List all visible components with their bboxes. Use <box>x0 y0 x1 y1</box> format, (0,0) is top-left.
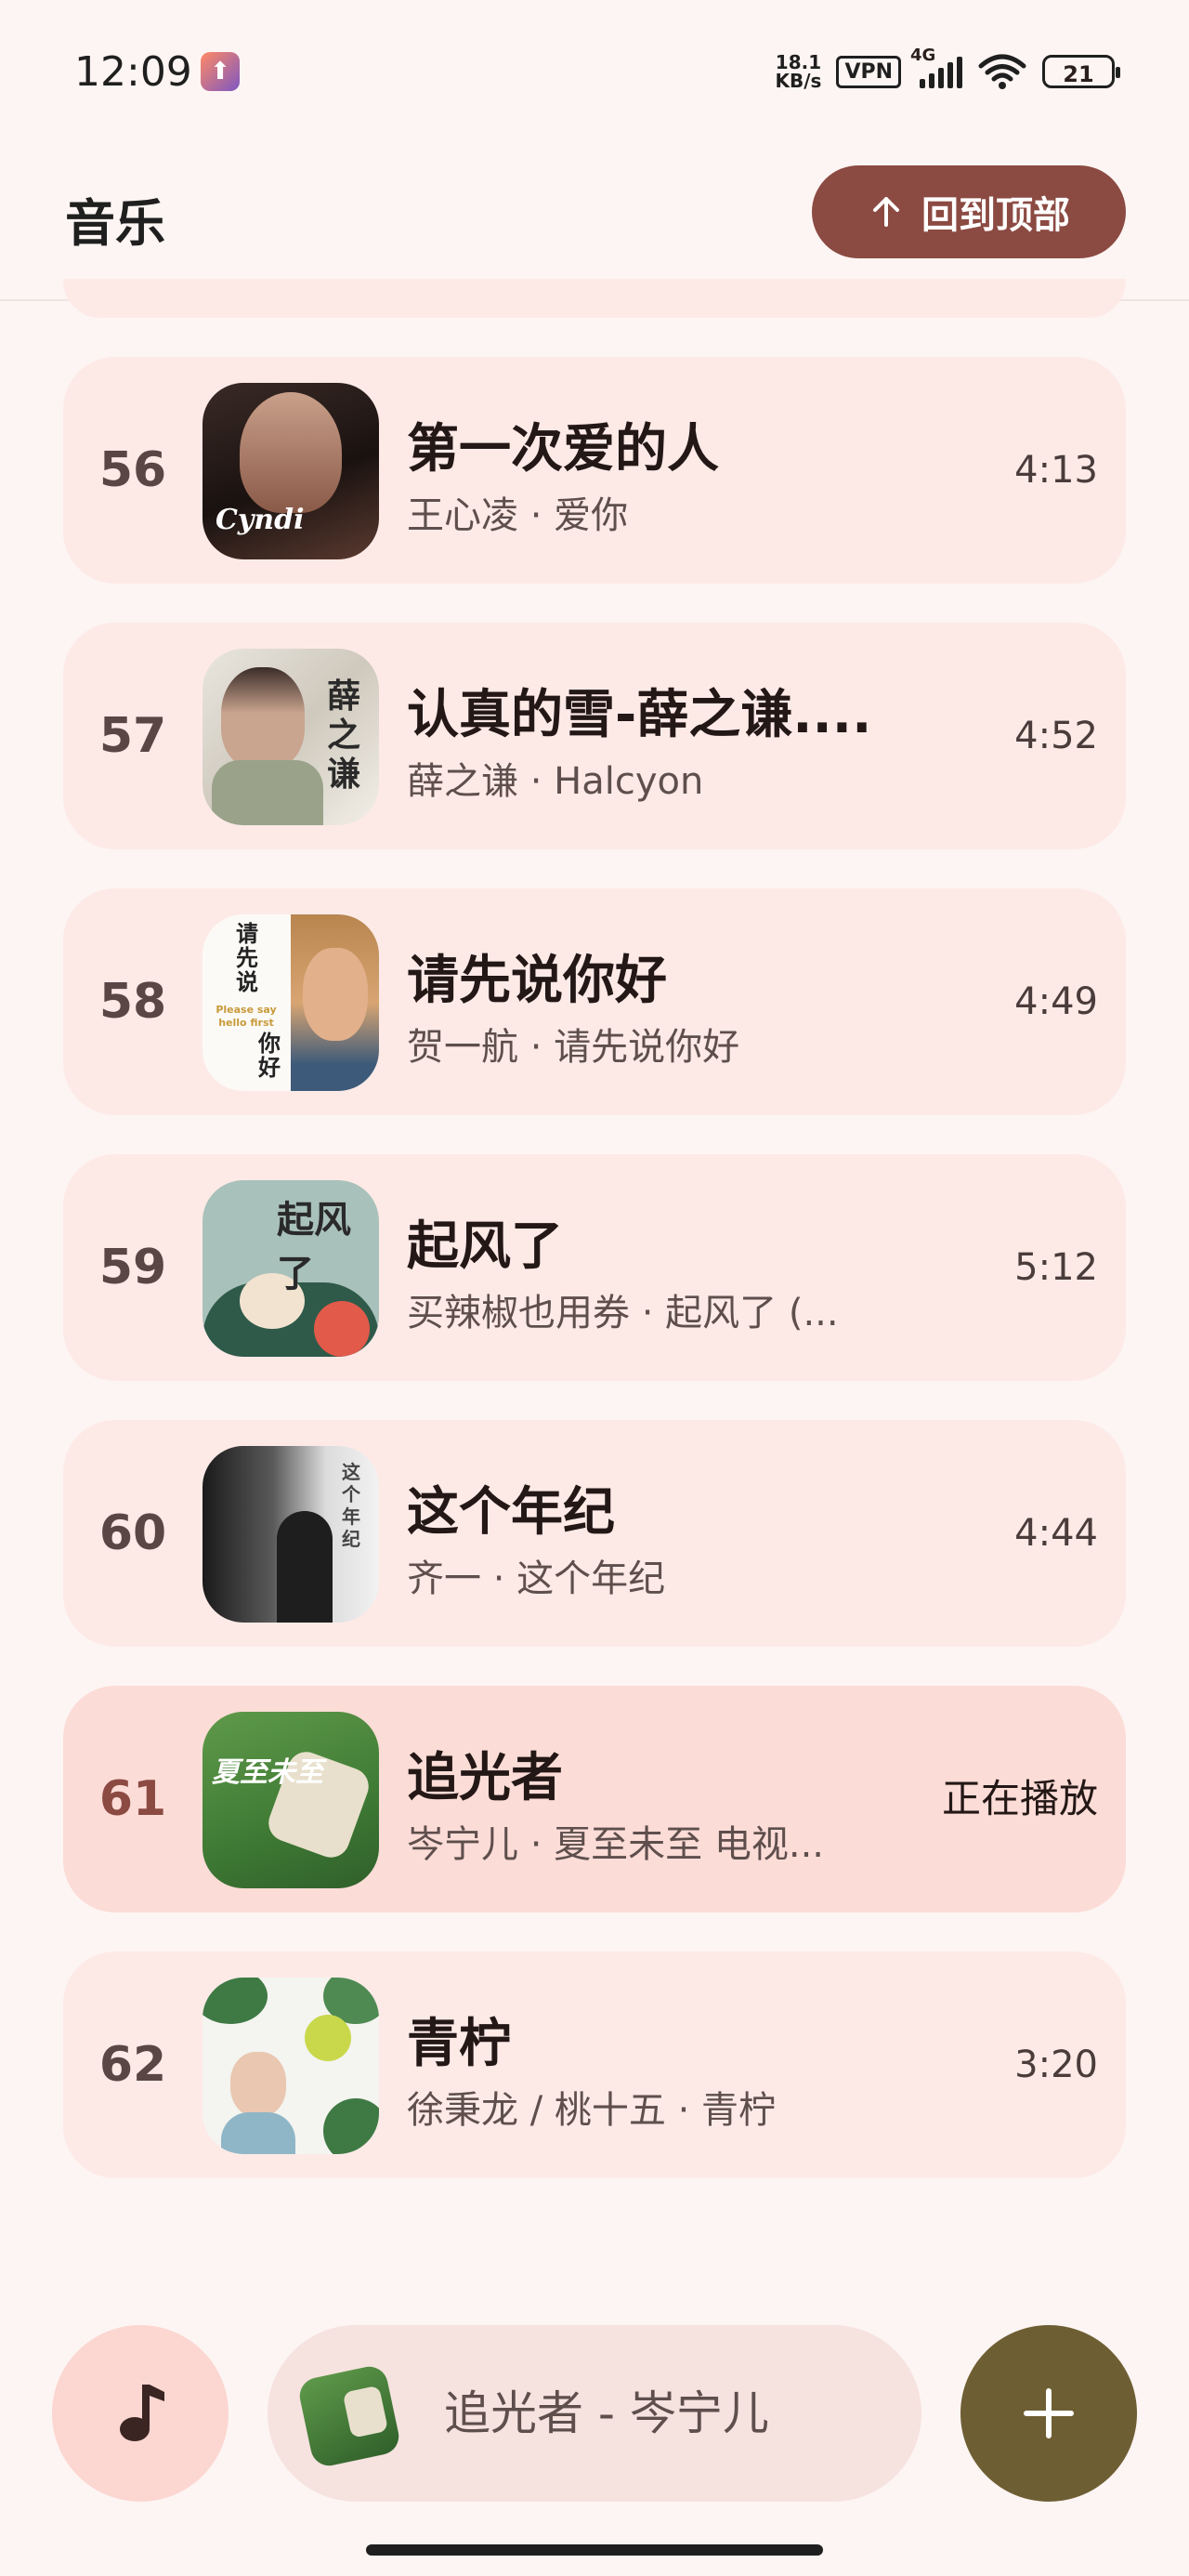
cellular-signal-icon: 4G <box>910 46 962 88</box>
song-title: 认真的雪-薛之谦.... <box>407 685 872 745</box>
album-cover: 薛之谦 <box>203 649 379 825</box>
song-duration: 4:13 <box>1014 449 1098 492</box>
song-index: 57 <box>98 708 167 764</box>
song-card[interactable]: 60 这个年纪 这个年纪 齐一 · 这个年纪 4:44 <box>63 1420 1126 1647</box>
now-playing-text: 追光者 - 岑宁儿 <box>444 2386 769 2440</box>
song-duration: 4:52 <box>1014 715 1098 757</box>
album-cover: Cyndi <box>203 383 379 559</box>
back-to-top-button[interactable]: 回到顶部 <box>812 165 1126 258</box>
song-card-partial[interactable] <box>63 279 1126 318</box>
app-update-icon: ⬆ <box>201 52 240 91</box>
now-playing-bar[interactable]: 追光者 - 岑宁儿 <box>268 2325 921 2502</box>
song-card[interactable]: 58 请先说 Please say hello first 你好 请先说你好 贺… <box>63 888 1126 1115</box>
song-index: 58 <box>98 974 167 1030</box>
song-card[interactable]: 62 青柠 徐秉龙 / 桃十五 · 青柠 3:20 <box>63 1952 1126 2178</box>
music-note-icon <box>120 2385 164 2441</box>
song-card-playing[interactable]: 61 夏至未至 追光者 岑宁儿 · 夏至未至 电视... 正在播放 <box>63 1686 1126 1912</box>
song-subtitle: 薛之谦 · Halcyon <box>407 760 704 803</box>
vpn-badge: VPN <box>836 55 901 88</box>
album-cover: 请先说 Please say hello first 你好 <box>203 914 379 1091</box>
cover-text: 薛之谦 <box>327 677 361 794</box>
song-index: 60 <box>98 1505 167 1561</box>
cover-text: Cyndi <box>216 504 305 536</box>
song-index: 61 <box>98 1771 167 1827</box>
song-subtitle: 徐秉龙 / 桃十五 · 青柠 <box>407 2089 777 2132</box>
album-cover: 夏至未至 <box>203 1712 379 1888</box>
song-subtitle: 贺一航 · 请先说你好 <box>407 1026 740 1069</box>
song-title: 请先说你好 <box>407 951 667 1011</box>
song-index: 62 <box>98 2037 167 2093</box>
song-duration: 4:49 <box>1014 980 1098 1023</box>
now-playing-cover <box>296 2363 402 2469</box>
status-time: 12:09 <box>74 48 192 96</box>
song-title: 这个年纪 <box>407 1482 615 1543</box>
album-cover: 起风了 <box>203 1180 379 1357</box>
song-subtitle: 买辣椒也用券 · 起风了 (... <box>407 1292 839 1334</box>
song-duration: 4:44 <box>1014 1512 1098 1555</box>
cover-text: 夏至未至 <box>212 1756 323 1789</box>
song-title: 追光者 <box>407 1748 563 1808</box>
cover-text: 你好 <box>258 1030 281 1081</box>
song-subtitle: 岑宁儿 · 夏至未至 电视... <box>407 1823 825 1866</box>
plus-icon <box>1024 2388 1074 2438</box>
network-type: 4G <box>910 46 936 65</box>
song-subtitle: 王心凌 · 爱你 <box>407 494 629 537</box>
song-index: 59 <box>98 1240 167 1295</box>
song-card[interactable]: 57 薛之谦 认真的雪-薛之谦.... 薛之谦 · Halcyon 4:52 <box>63 623 1126 849</box>
status-bar: 12:09 ⬆ 18.1 KB/s VPN 4G 21 <box>0 0 1189 139</box>
song-duration: 3:20 <box>1014 2044 1098 2086</box>
bottom-bar: 追光者 - 岑宁儿 <box>0 2320 1189 2505</box>
music-library-button[interactable] <box>52 2325 229 2502</box>
cover-text: 这个年纪 <box>342 1461 360 1550</box>
song-card[interactable]: 56 Cyndi 第一次爱的人 王心凌 · 爱你 4:13 <box>63 357 1126 584</box>
song-index: 56 <box>98 442 167 498</box>
wifi-icon <box>978 54 1026 89</box>
back-to-top-label: 回到顶部 <box>921 194 1070 237</box>
cover-text: 起风了 <box>277 1198 351 1295</box>
album-cover: 这个年纪 <box>203 1446 379 1623</box>
album-cover <box>203 1978 379 2154</box>
net-speed: 18.1 KB/s <box>775 51 822 92</box>
arrow-up-icon <box>873 197 899 227</box>
song-subtitle: 齐一 · 这个年纪 <box>407 1557 666 1600</box>
cover-text: 请先说 <box>236 920 258 995</box>
add-button[interactable] <box>960 2325 1137 2502</box>
status-icons: 18.1 KB/s VPN 4G 21 <box>775 46 1120 95</box>
song-title: 第一次爱的人 <box>407 419 719 480</box>
cover-text: Please say hello first <box>216 1004 277 1029</box>
page-title: 音乐 <box>65 194 165 253</box>
home-indicator[interactable] <box>366 2544 823 2556</box>
now-playing-status: 正在播放 <box>941 1776 1098 1821</box>
header: 音乐 回到顶部 <box>0 139 1189 301</box>
song-title: 青柠 <box>407 2014 511 2074</box>
battery-icon: 21 <box>1042 55 1120 88</box>
song-title: 起风了 <box>407 1216 563 1277</box>
song-card[interactable]: 59 起风了 起风了 买辣椒也用券 · 起风了 (... 5:12 <box>63 1154 1126 1381</box>
song-duration: 5:12 <box>1014 1246 1098 1289</box>
